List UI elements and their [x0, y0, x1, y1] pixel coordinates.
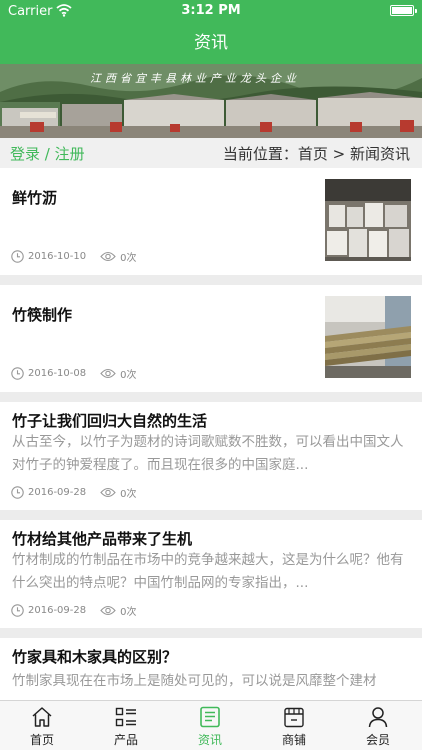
tab-products[interactable]: 产品 [84, 701, 168, 750]
article-thumbnail [325, 179, 411, 261]
eye-icon [100, 487, 116, 498]
tab-label: 会员 [365, 733, 390, 747]
article-views: 0次 [120, 253, 137, 264]
eye-icon [100, 251, 116, 262]
article-summary: 竹材制成的竹制品在市场中的竞争越来越大，这是为什么呢？他有什么突出的特点呢？中国… [12, 552, 404, 591]
clock-icon [11, 250, 24, 263]
banner-image[interactable]: 江西省宜丰县林业产业龙头企业 [0, 64, 422, 138]
user-icon [368, 707, 388, 728]
article-meta: 2016-09-28 0次 [11, 603, 137, 618]
clock-icon [11, 486, 24, 499]
tab-news[interactable]: 资讯 [168, 701, 252, 750]
article-thumbnail [325, 296, 411, 378]
article-meta: 2016-10-10 0次 [11, 249, 137, 264]
article-meta: 2016-09-28 0次 [11, 485, 137, 500]
grid-list-icon [115, 707, 136, 727]
login-register-link[interactable]: 登录 / 注册 [10, 143, 85, 164]
tab-label: 资讯 [197, 733, 222, 747]
article-date: 2016-09-28 [28, 605, 87, 616]
article-title: 竹筷制作 [12, 306, 73, 324]
tab-bar: 首页 产品 资讯 商铺 会员 [0, 700, 422, 750]
banner-slogan: 江西省宜丰县林业产业龙头企业 [90, 72, 300, 85]
article-date: 2016-09-28 [28, 487, 87, 498]
list-item[interactable]: 鲜竹沥 2016-10-10 0次 [0, 168, 422, 275]
news-icon [200, 706, 220, 728]
eye-icon [100, 605, 116, 616]
article-date: 2016-10-08 [28, 368, 87, 379]
login-bar: 登录 / 注册 当前位置：首页 > 新闻资讯 [0, 138, 422, 168]
tab-store[interactable]: 商铺 [252, 701, 336, 750]
status-bar: Carrier 3:12 PM [0, 0, 422, 22]
tab-label: 首页 [29, 733, 54, 747]
article-title: 鲜竹沥 [12, 189, 58, 207]
eye-icon [100, 368, 116, 379]
article-title: 竹材给其他产品带来了生机 [12, 530, 193, 548]
battery-icon [390, 5, 417, 16]
article-title: 竹家具和木家具的区别？ [12, 648, 178, 666]
article-views: 0次 [120, 607, 137, 618]
store-icon [284, 707, 304, 728]
breadcrumb: 当前位置：首页 > 新闻资讯 [222, 145, 410, 163]
page-title: 资讯 [194, 33, 228, 53]
clock-icon [11, 367, 24, 380]
article-views: 0次 [120, 489, 137, 500]
tab-label: 产品 [113, 733, 138, 747]
list-item[interactable]: 竹子让我们回归大自然的生活 从古至今，以竹子为题材的诗词歌赋数不胜数，可以看出中… [0, 402, 422, 510]
list-item[interactable]: 竹筷制作 2016-10-08 0次 [0, 285, 422, 392]
home-icon [32, 707, 52, 727]
article-date: 2016-10-10 [28, 251, 87, 262]
clock-icon [11, 604, 24, 617]
tab-home[interactable]: 首页 [0, 701, 84, 750]
tab-member[interactable]: 会员 [336, 701, 420, 750]
tab-label: 商铺 [281, 733, 306, 747]
article-title: 竹子让我们回归大自然的生活 [12, 412, 208, 430]
list-item[interactable]: 竹材给其他产品带来了生机 竹材制成的竹制品在市场中的竞争越来越大，这是为什么呢？… [0, 520, 422, 628]
article-views: 0次 [120, 370, 137, 381]
nav-bar: 资讯 [0, 22, 422, 64]
article-summary: 从古至今，以竹子为题材的诗词歌赋数不胜数，可以看出中国文人对竹子的钟爱程度了。而… [12, 434, 404, 473]
list-item[interactable]: 竹家具和木家具的区别？ 竹制家具现在在市场上是随处可见的，可以说是风靡整个建材 [0, 638, 422, 700]
article-summary: 竹制家具现在在市场上是随处可见的，可以说是风靡整个建材 [12, 673, 377, 689]
clock-time: 3:12 PM [181, 3, 241, 18]
article-meta: 2016-10-08 0次 [11, 366, 137, 381]
